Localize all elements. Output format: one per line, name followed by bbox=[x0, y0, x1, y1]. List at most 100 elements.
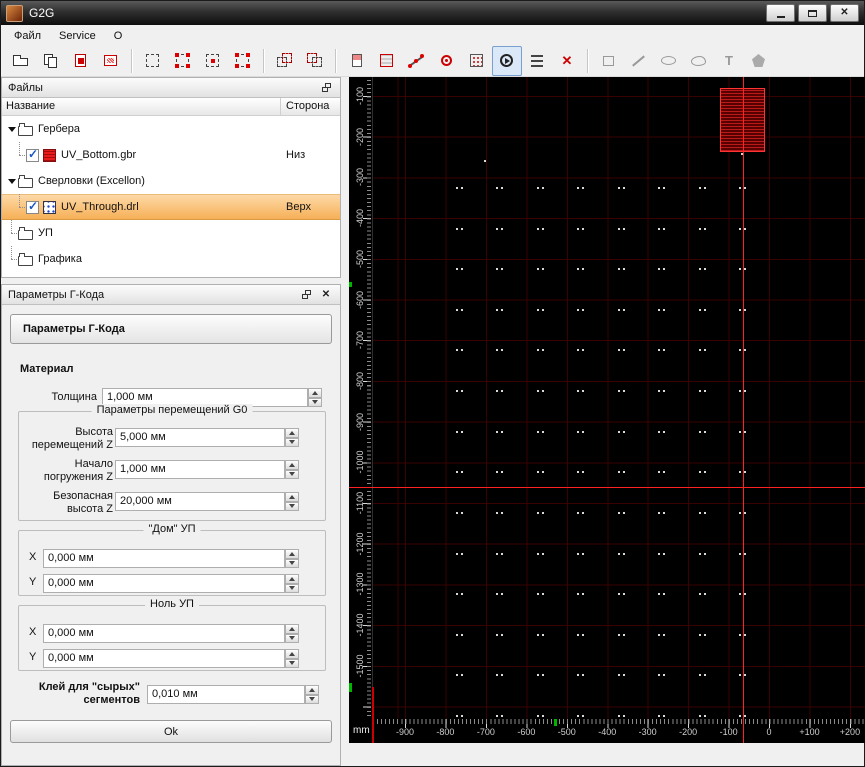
spin-up-button[interactable] bbox=[285, 574, 299, 584]
shape-square-button[interactable] bbox=[594, 46, 624, 76]
zero-y-spinner[interactable] bbox=[285, 649, 299, 668]
drill-dot bbox=[618, 715, 620, 717]
tree-row-uv-bottom[interactable]: ✓ UV_Bottom.gbr Низ bbox=[2, 142, 340, 168]
params-close-button[interactable]: ✕ bbox=[318, 288, 334, 302]
home-y-input[interactable]: 0,000 мм bbox=[43, 574, 285, 593]
doc-red-button[interactable] bbox=[342, 46, 372, 76]
frame-red-button[interactable] bbox=[96, 46, 126, 76]
menu-file[interactable]: Файл bbox=[5, 27, 50, 45]
tree-row-graphics[interactable]: Графика bbox=[2, 246, 340, 272]
simulate-button[interactable] bbox=[492, 46, 522, 76]
column-header-side[interactable]: Сторона bbox=[281, 98, 340, 115]
drill-dot bbox=[461, 512, 463, 514]
zero-x-spinner[interactable] bbox=[285, 624, 299, 643]
select-rect-button[interactable] bbox=[138, 46, 168, 76]
glue-input[interactable]: 0,010 мм bbox=[147, 685, 305, 704]
spin-up-button[interactable] bbox=[285, 492, 299, 502]
home-y-spinner[interactable] bbox=[285, 574, 299, 593]
layer-label: UV_Through.drl bbox=[61, 201, 139, 213]
drill-dot bbox=[542, 471, 544, 473]
params-header-button[interactable]: Параметры Г-Кода bbox=[10, 314, 332, 344]
spin-down-button[interactable] bbox=[285, 502, 299, 512]
spin-down-button[interactable] bbox=[285, 438, 299, 448]
zero-y-label: Y bbox=[29, 651, 36, 663]
close-button[interactable]: ✕ bbox=[830, 4, 859, 22]
select-mirror-button[interactable] bbox=[228, 46, 258, 76]
shape-ellipse-button[interactable] bbox=[654, 46, 684, 76]
open-file-button[interactable] bbox=[6, 46, 36, 76]
zero-x-input[interactable]: 0,000 мм bbox=[43, 624, 285, 643]
two-frames-b-button[interactable] bbox=[300, 46, 330, 76]
home-x-spinner[interactable] bbox=[285, 549, 299, 568]
spin-up-button[interactable] bbox=[305, 685, 319, 695]
simulate-icon bbox=[498, 52, 516, 70]
workspace-canvas[interactable]: -100-200-300-400-500-600-700-800-900-100… bbox=[349, 77, 865, 743]
g0-height-spinner[interactable] bbox=[285, 428, 299, 447]
tree-row-uv-through[interactable]: ✓ UV_Through.drl Верх bbox=[2, 194, 340, 220]
g0-safe-spinner[interactable] bbox=[285, 492, 299, 511]
spin-up-button[interactable] bbox=[285, 460, 299, 470]
spin-up-button[interactable] bbox=[285, 624, 299, 634]
layer-checkbox[interactable]: ✓ bbox=[26, 201, 39, 214]
transform-red-button[interactable] bbox=[552, 46, 582, 76]
g0-height-input[interactable]: 5,000 мм bbox=[115, 428, 285, 447]
select-corners-button[interactable] bbox=[168, 46, 198, 76]
menu-service[interactable]: Service bbox=[50, 27, 105, 45]
ok-button[interactable]: Ok bbox=[10, 720, 332, 743]
g0-plunge-spinner[interactable] bbox=[285, 460, 299, 479]
spin-down-button[interactable] bbox=[308, 398, 322, 408]
drill-dot bbox=[663, 431, 665, 433]
drill-grid-button[interactable] bbox=[462, 46, 492, 76]
maximize-button[interactable] bbox=[798, 4, 827, 22]
drill-dot bbox=[577, 431, 579, 433]
spin-up-button[interactable] bbox=[285, 649, 299, 659]
drill-dot bbox=[618, 309, 620, 311]
zero-y-input[interactable]: 0,000 мм bbox=[43, 649, 285, 668]
spin-down-button[interactable] bbox=[285, 559, 299, 569]
spin-down-button[interactable] bbox=[285, 584, 299, 594]
home-x-input[interactable]: 0,000 мм bbox=[43, 549, 285, 568]
g0-plunge-input[interactable]: 1,000 мм bbox=[115, 460, 285, 479]
expander-icon[interactable] bbox=[6, 179, 18, 184]
spin-up-button[interactable] bbox=[308, 388, 322, 398]
drill-dot bbox=[582, 187, 584, 189]
layer-checkbox[interactable]: ✓ bbox=[26, 149, 39, 162]
spin-up-button[interactable] bbox=[285, 549, 299, 559]
thickness-spinner[interactable] bbox=[308, 388, 322, 407]
shape-polygon-button[interactable] bbox=[744, 46, 774, 76]
target-button[interactable] bbox=[432, 46, 462, 76]
tree-row-drills[interactable]: Сверловки (Excellon) bbox=[2, 168, 340, 194]
select-mirror-icon bbox=[234, 52, 252, 70]
copy-files-button[interactable] bbox=[36, 46, 66, 76]
shape-line-button[interactable] bbox=[624, 46, 654, 76]
glue-spinner[interactable] bbox=[305, 685, 319, 704]
import-file-button[interactable] bbox=[66, 46, 96, 76]
select-move-button[interactable] bbox=[198, 46, 228, 76]
shape-blob-button[interactable] bbox=[684, 46, 714, 76]
spin-down-button[interactable] bbox=[285, 634, 299, 644]
drill-dot bbox=[618, 593, 620, 595]
drill-dot bbox=[704, 268, 706, 270]
shape-text-button[interactable] bbox=[714, 46, 744, 76]
drill-dot bbox=[461, 390, 463, 392]
minimize-button[interactable] bbox=[766, 4, 795, 22]
menu-about[interactable]: О bbox=[105, 27, 132, 45]
two-frames-a-button[interactable] bbox=[270, 46, 300, 76]
column-header-name[interactable]: Название bbox=[2, 98, 281, 115]
drill-dot bbox=[623, 268, 625, 270]
spin-down-button[interactable] bbox=[285, 470, 299, 480]
expander-icon[interactable] bbox=[6, 127, 18, 132]
gcode-list-button[interactable] bbox=[522, 46, 552, 76]
spin-down-button[interactable] bbox=[285, 659, 299, 669]
params-float-button[interactable] bbox=[298, 288, 314, 302]
drill-dot bbox=[577, 674, 579, 676]
spin-up-button[interactable] bbox=[285, 428, 299, 438]
image-frame-button[interactable] bbox=[372, 46, 402, 76]
tree-row-up[interactable]: УП bbox=[2, 220, 340, 246]
files-float-button[interactable] bbox=[318, 81, 334, 95]
spin-down-button[interactable] bbox=[305, 695, 319, 705]
tree-row-gerbers[interactable]: Гербера bbox=[2, 116, 340, 142]
polyline-button[interactable] bbox=[402, 46, 432, 76]
g0-safe-input[interactable]: 20,000 мм bbox=[115, 492, 285, 511]
plot-grid[interactable] bbox=[373, 77, 865, 719]
